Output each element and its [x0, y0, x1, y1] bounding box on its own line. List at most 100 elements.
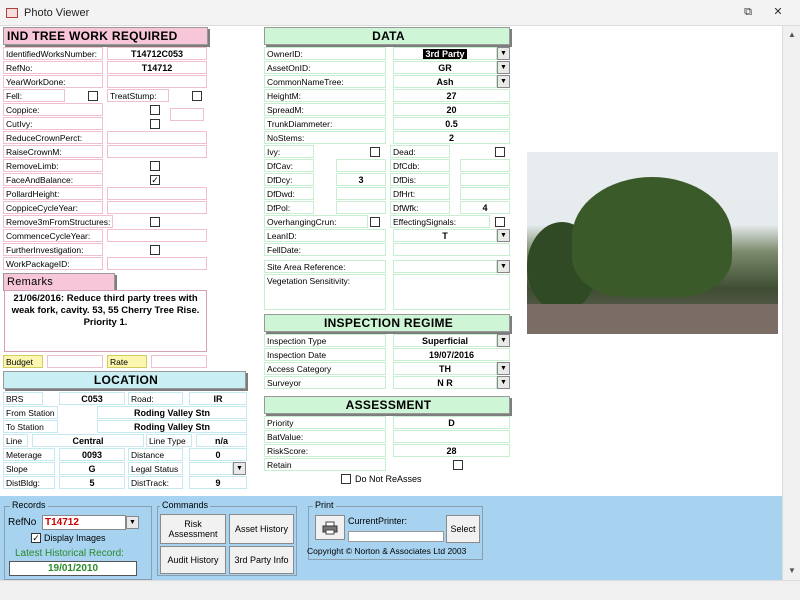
records-refno-combo[interactable]: T14712	[42, 515, 126, 530]
lean-dropdown[interactable]: ▼	[497, 229, 510, 242]
owner-label: OwnerID:	[264, 47, 386, 60]
lean-field[interactable]: T	[393, 229, 497, 242]
from-station-field[interactable]: Roding Valley Stn	[97, 406, 247, 419]
road-field[interactable]: IR	[189, 392, 247, 405]
records-refno-dropdown[interactable]: ▼	[126, 516, 139, 529]
access-category-label: Access Category	[264, 362, 386, 375]
do-not-reassess-checkbox[interactable]	[341, 474, 351, 484]
remarks-text[interactable]: 21/06/2016: Reduce third party trees wit…	[4, 290, 207, 352]
line-label: Line	[3, 434, 28, 447]
vertical-scrollbar[interactable]: ▲ ▼	[782, 26, 800, 580]
site-area-dropdown[interactable]: ▼	[497, 260, 510, 273]
third-party-info-button[interactable]: 3rd Party Info	[229, 546, 294, 574]
distance-field[interactable]: 0	[189, 448, 247, 461]
distbldg-label: DistBldg:	[3, 476, 55, 489]
inspection-date-field[interactable]: 19/07/2016	[393, 348, 510, 361]
refno-field[interactable]: T14712	[107, 61, 207, 74]
budget-field[interactable]	[47, 355, 103, 368]
surveyor-dropdown[interactable]: ▼	[497, 376, 510, 389]
restore-button[interactable]: ⧉	[740, 5, 756, 19]
priority-field[interactable]: D	[393, 416, 510, 429]
rate-field[interactable]	[151, 355, 207, 368]
line-field[interactable]: Central	[32, 434, 144, 447]
work-package-field[interactable]	[107, 257, 207, 270]
common-name-field[interactable]: Ash	[393, 75, 497, 88]
nostems-field[interactable]: 2	[393, 131, 510, 144]
dead-checkbox[interactable]	[495, 147, 505, 157]
select-printer-button[interactable]: Select	[446, 515, 480, 543]
legal-status-dropdown[interactable]: ▼	[233, 462, 246, 475]
raise-crown-field[interactable]	[107, 145, 207, 158]
to-station-field[interactable]: Roding Valley Stn	[97, 420, 247, 433]
dfcdb-field[interactable]	[460, 159, 510, 172]
dfdwd-field[interactable]	[336, 187, 386, 200]
site-area-field[interactable]	[393, 260, 497, 273]
common-name-dropdown[interactable]: ▼	[497, 75, 510, 88]
pollard-height-field[interactable]	[107, 187, 207, 200]
coppice-extra-field[interactable]	[170, 108, 204, 121]
dfdcy-field[interactable]: 3	[336, 173, 386, 186]
risk-assessment-button[interactable]: Risk Assessment	[160, 514, 226, 544]
spread-field[interactable]: 20	[393, 103, 510, 116]
coppice-cycle-field[interactable]	[107, 201, 207, 214]
scroll-down-icon[interactable]: ▼	[787, 566, 797, 576]
vegetation-field[interactable]	[393, 274, 510, 310]
disttrack-field[interactable]: 9	[189, 476, 247, 489]
asset-field[interactable]: GR	[393, 61, 497, 74]
treatstump-checkbox[interactable]	[192, 91, 202, 101]
display-images-label: Display Images	[44, 533, 106, 543]
identified-works-field[interactable]: T14712C053	[107, 47, 207, 60]
face-balance-checkbox[interactable]: ✓	[150, 175, 160, 185]
line-type-field[interactable]: n/a	[196, 434, 247, 447]
bat-value-field[interactable]	[393, 430, 510, 443]
assessment-header: ASSESSMENT	[264, 396, 510, 414]
close-button[interactable]: ✕	[770, 5, 786, 19]
year-work-done-field[interactable]	[107, 75, 207, 88]
meterage-field[interactable]: 0093	[59, 448, 125, 461]
access-category-dropdown[interactable]: ▼	[497, 362, 510, 375]
owner-dropdown[interactable]: ▼	[497, 47, 510, 60]
ivy-checkbox[interactable]	[370, 147, 380, 157]
asset-dropdown[interactable]: ▼	[497, 61, 510, 74]
dfcav-field[interactable]	[336, 159, 386, 172]
cutivy-checkbox[interactable]	[150, 119, 160, 129]
disttrack-label: DistTrack:	[128, 476, 183, 489]
inspection-type-dropdown[interactable]: ▼	[497, 334, 510, 347]
dfhrt-field[interactable]	[460, 187, 510, 200]
to-station-label: To Station	[3, 420, 58, 433]
inspection-type-field[interactable]: Superficial	[393, 334, 497, 347]
overhanging-checkbox[interactable]	[370, 217, 380, 227]
coppice-checkbox[interactable]	[150, 105, 160, 115]
trunk-field[interactable]: 0.5	[393, 117, 510, 130]
scroll-up-icon[interactable]: ▲	[787, 30, 797, 40]
dfcdb-label: DfCdb:	[390, 159, 450, 172]
commence-cycle-field[interactable]	[107, 229, 207, 242]
display-images-checkbox[interactable]: ✓	[31, 533, 41, 543]
slope-field[interactable]: G	[59, 462, 125, 475]
owner-field[interactable]: 3rd Party	[393, 47, 497, 60]
effecting-signals-checkbox[interactable]	[495, 217, 505, 227]
risk-score-field[interactable]: 28	[393, 444, 510, 457]
brs-field[interactable]: C053	[59, 392, 125, 405]
surveyor-field[interactable]: N R	[393, 376, 497, 389]
legal-status-field[interactable]	[189, 462, 233, 475]
asset-history-button[interactable]: Asset History	[229, 514, 294, 544]
further-investigation-checkbox[interactable]	[150, 245, 160, 255]
dfdwd-label: DfDwd:	[264, 187, 314, 200]
current-printer-field[interactable]	[348, 531, 444, 542]
felldate-field[interactable]	[393, 243, 510, 256]
remove3m-checkbox[interactable]	[150, 217, 160, 227]
reduce-crown-field[interactable]	[107, 131, 207, 144]
distbldg-field[interactable]: 5	[59, 476, 125, 489]
dfwfk-field[interactable]: 4	[460, 201, 510, 214]
audit-history-button[interactable]: Audit History	[160, 546, 226, 574]
height-field[interactable]: 27	[393, 89, 510, 102]
horizontal-scrollbar[interactable]	[0, 580, 800, 600]
print-button[interactable]	[315, 515, 345, 540]
dfdis-field[interactable]	[460, 173, 510, 186]
access-category-field[interactable]: TH	[393, 362, 497, 375]
fell-checkbox[interactable]	[88, 91, 98, 101]
dfpol-field[interactable]	[336, 201, 386, 214]
retain-checkbox[interactable]	[453, 460, 463, 470]
remove-limb-checkbox[interactable]	[150, 161, 160, 171]
